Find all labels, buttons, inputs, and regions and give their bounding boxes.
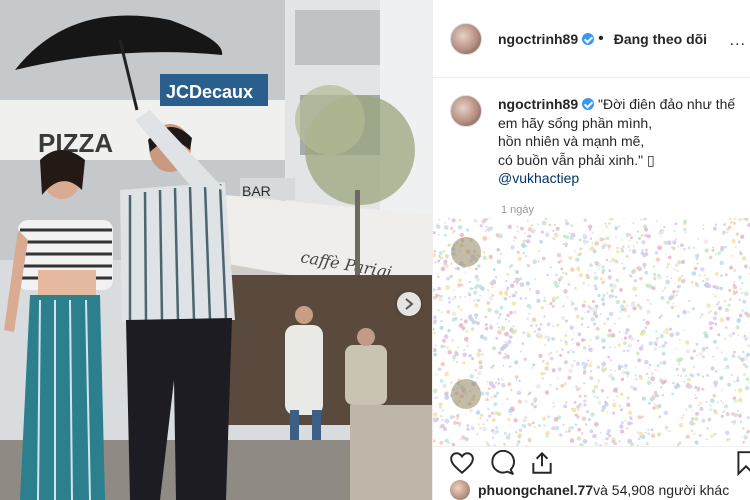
caption-body: ngoctrinh89 "Đời điên đảo như thế em hãy… [498, 95, 735, 188]
verified-badge-icon [582, 98, 595, 110]
post-timestamp[interactable]: 1 ngày [501, 204, 534, 216]
post-header: ngoctrinh89 • Đang theo dõi [433, 0, 750, 78]
share-icon[interactable] [529, 450, 555, 476]
photo-illustration: PIZZA BAR JCDecaux caffè Parigi [0, 0, 432, 500]
jcdecaux-billboard: JCDecaux [166, 82, 253, 102]
post-photo[interactable]: PIZZA BAR JCDecaux caffè Parigi [0, 0, 432, 500]
verified-badge-icon [582, 32, 595, 45]
blurred-comments [433, 218, 750, 446]
follow-status-button[interactable]: Đang theo dõi [614, 31, 707, 47]
chevron-right-icon [405, 298, 414, 310]
comment-icon[interactable] [489, 450, 515, 476]
action-bar [433, 446, 750, 478]
bar-sign: BAR [242, 183, 271, 199]
first-liker-username[interactable]: phuongchanel.77 [478, 482, 593, 498]
heart-icon[interactable] [449, 450, 475, 476]
more-options-button[interactable]: ... [730, 32, 746, 50]
caption-line: em hãy sống phần mình, [498, 114, 653, 131]
post-caption: ngoctrinh89 "Đời điên đảo như thế em hãy… [450, 95, 740, 188]
liker-avatar[interactable] [450, 480, 470, 500]
author-avatar[interactable] [450, 22, 482, 55]
mention-link[interactable]: @vukhactiep [498, 169, 735, 188]
next-photo-button[interactable] [397, 292, 421, 316]
caption-line: hồn nhiên và mạnh mẽ, [498, 133, 645, 149]
caption-avatar[interactable] [450, 95, 482, 127]
post-sidebar: ngoctrinh89 • Đang theo dõi ... ngoctrin… [432, 0, 750, 500]
author-username[interactable]: ngoctrinh89 [498, 31, 578, 47]
caption-username[interactable]: ngoctrinh89 [498, 96, 578, 112]
likes-count-text[interactable]: và 54,908 người khác [593, 482, 729, 498]
caption-line: "Đời điên đảo như thế [598, 96, 736, 112]
follow-separator: • [598, 29, 604, 47]
bookmark-icon[interactable] [733, 450, 750, 476]
caption-line: có buồn vẫn phải xinh." ▯ [498, 151, 655, 168]
likes-summary: phuongchanel.77 và 54,908 người khác [450, 480, 729, 500]
pixelated-comments [433, 218, 750, 446]
